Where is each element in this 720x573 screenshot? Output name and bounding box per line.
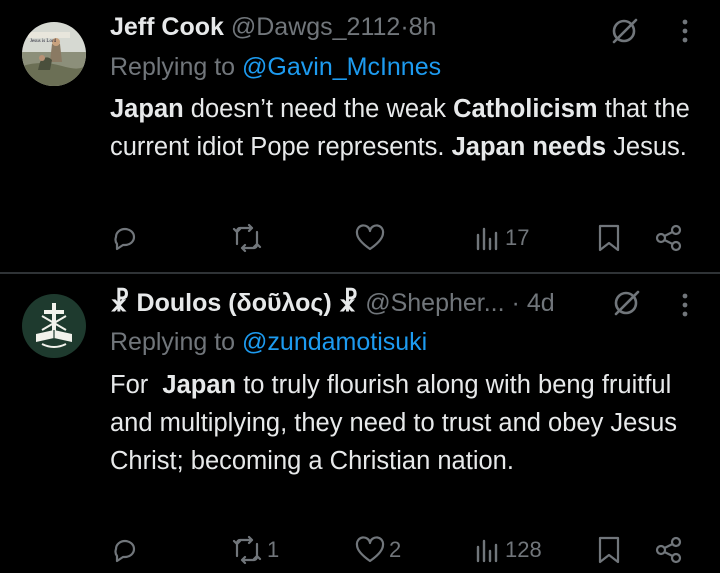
reply-icon xyxy=(114,227,136,251)
repost-icon xyxy=(232,535,262,565)
chi-rho-icon: ☧ xyxy=(338,289,359,317)
reply-button[interactable] xyxy=(110,532,143,568)
post-header: Jeff Cook @Dawgs_2112·8h xyxy=(110,12,436,42)
post-time[interactable]: 8h xyxy=(409,13,437,41)
chi-rho-icon: ☧ xyxy=(110,289,130,317)
text-segment: doesn’t need the weak xyxy=(183,95,454,123)
replying-to: Replying to @zundamotisuki xyxy=(110,327,427,357)
display-name[interactable]: Jeff Cook xyxy=(110,13,224,41)
replying-to-label: Replying to xyxy=(110,53,236,81)
replying-to-label: Replying to xyxy=(110,328,236,356)
grok-icon[interactable] xyxy=(610,16,640,46)
views-count: 128 xyxy=(505,537,542,562)
replying-to: Replying to @Gavin_McInnes xyxy=(110,52,441,82)
avatar[interactable] xyxy=(22,22,86,86)
bookmark-icon xyxy=(598,224,620,252)
avatar-caption: Jesus is Lord xyxy=(30,39,57,44)
jesus-in-lord-painting-icon xyxy=(22,22,86,86)
bold-text-segment: Japan xyxy=(110,95,184,123)
dot-separator: · xyxy=(400,13,409,41)
display-name-text: Doulos (δοῦλος) xyxy=(136,289,332,317)
repost-button[interactable] xyxy=(230,220,267,256)
repost-button[interactable]: 1 xyxy=(230,532,279,568)
more-options-icon[interactable] xyxy=(680,18,690,44)
repost-icon xyxy=(232,223,262,253)
post-actions: 1 2 128 xyxy=(0,532,720,568)
post-time[interactable]: 4d xyxy=(527,289,555,317)
like-icon xyxy=(355,224,385,251)
reply-button[interactable] xyxy=(110,220,143,256)
bold-text-segment: Japan needs xyxy=(451,133,607,161)
replying-to-mention[interactable]: @zundamotisuki xyxy=(242,328,427,356)
text-segment: For xyxy=(110,371,163,399)
like-button[interactable] xyxy=(354,220,389,256)
post-doulos[interactable]: ☧ Doulos (δοῦλος) ☧ @Shepher... · 4d Rep… xyxy=(0,274,720,573)
views-icon xyxy=(476,227,498,251)
share-button[interactable] xyxy=(654,532,684,568)
post-text: For Japan to truly flourish along with b… xyxy=(110,366,710,480)
bookmark-icon xyxy=(598,536,620,564)
user-handle[interactable]: @Shepher... xyxy=(365,289,504,317)
grok-icon[interactable] xyxy=(612,288,642,318)
reply-icon xyxy=(114,539,136,563)
cross-and-bible-emblem-icon xyxy=(22,294,86,358)
views-button[interactable]: 128 xyxy=(474,532,542,568)
views-count: 17 xyxy=(505,225,530,250)
share-icon xyxy=(655,536,682,564)
dot-separator: · xyxy=(511,289,520,317)
share-icon xyxy=(655,224,682,252)
bold-text-segment: Catholicism xyxy=(453,95,598,123)
bold-text-segment: Japan xyxy=(162,371,237,399)
like-icon xyxy=(355,536,385,563)
avatar[interactable] xyxy=(22,294,86,358)
share-button[interactable] xyxy=(654,220,684,256)
replying-to-mention[interactable]: @Gavin_McInnes xyxy=(242,53,441,81)
more-options-icon[interactable] xyxy=(680,292,690,318)
display-name[interactable]: ☧ Doulos (δοῦλος) ☧ xyxy=(110,289,358,317)
views-icon xyxy=(476,539,498,563)
bookmark-button[interactable] xyxy=(596,220,622,256)
post-jeff-cook[interactable]: Jesus is Lord Jeff Cook @Dawgs_2112·8h R… xyxy=(0,0,720,272)
text-segment: Jesus. xyxy=(606,133,687,161)
repost-count: 1 xyxy=(267,537,280,562)
bookmark-button[interactable] xyxy=(596,532,622,568)
like-button[interactable]: 2 xyxy=(354,532,401,568)
post-text: Japan doesn’t need the weak Catholicism … xyxy=(110,90,710,166)
post-header: ☧ Doulos (δοῦλος) ☧ @Shepher... · 4d xyxy=(110,288,555,318)
like-count: 2 xyxy=(389,537,402,562)
views-button[interactable]: 17 xyxy=(474,220,529,256)
user-handle[interactable]: @Dawgs_2112 xyxy=(231,13,400,41)
post-actions: 17 xyxy=(0,220,720,256)
